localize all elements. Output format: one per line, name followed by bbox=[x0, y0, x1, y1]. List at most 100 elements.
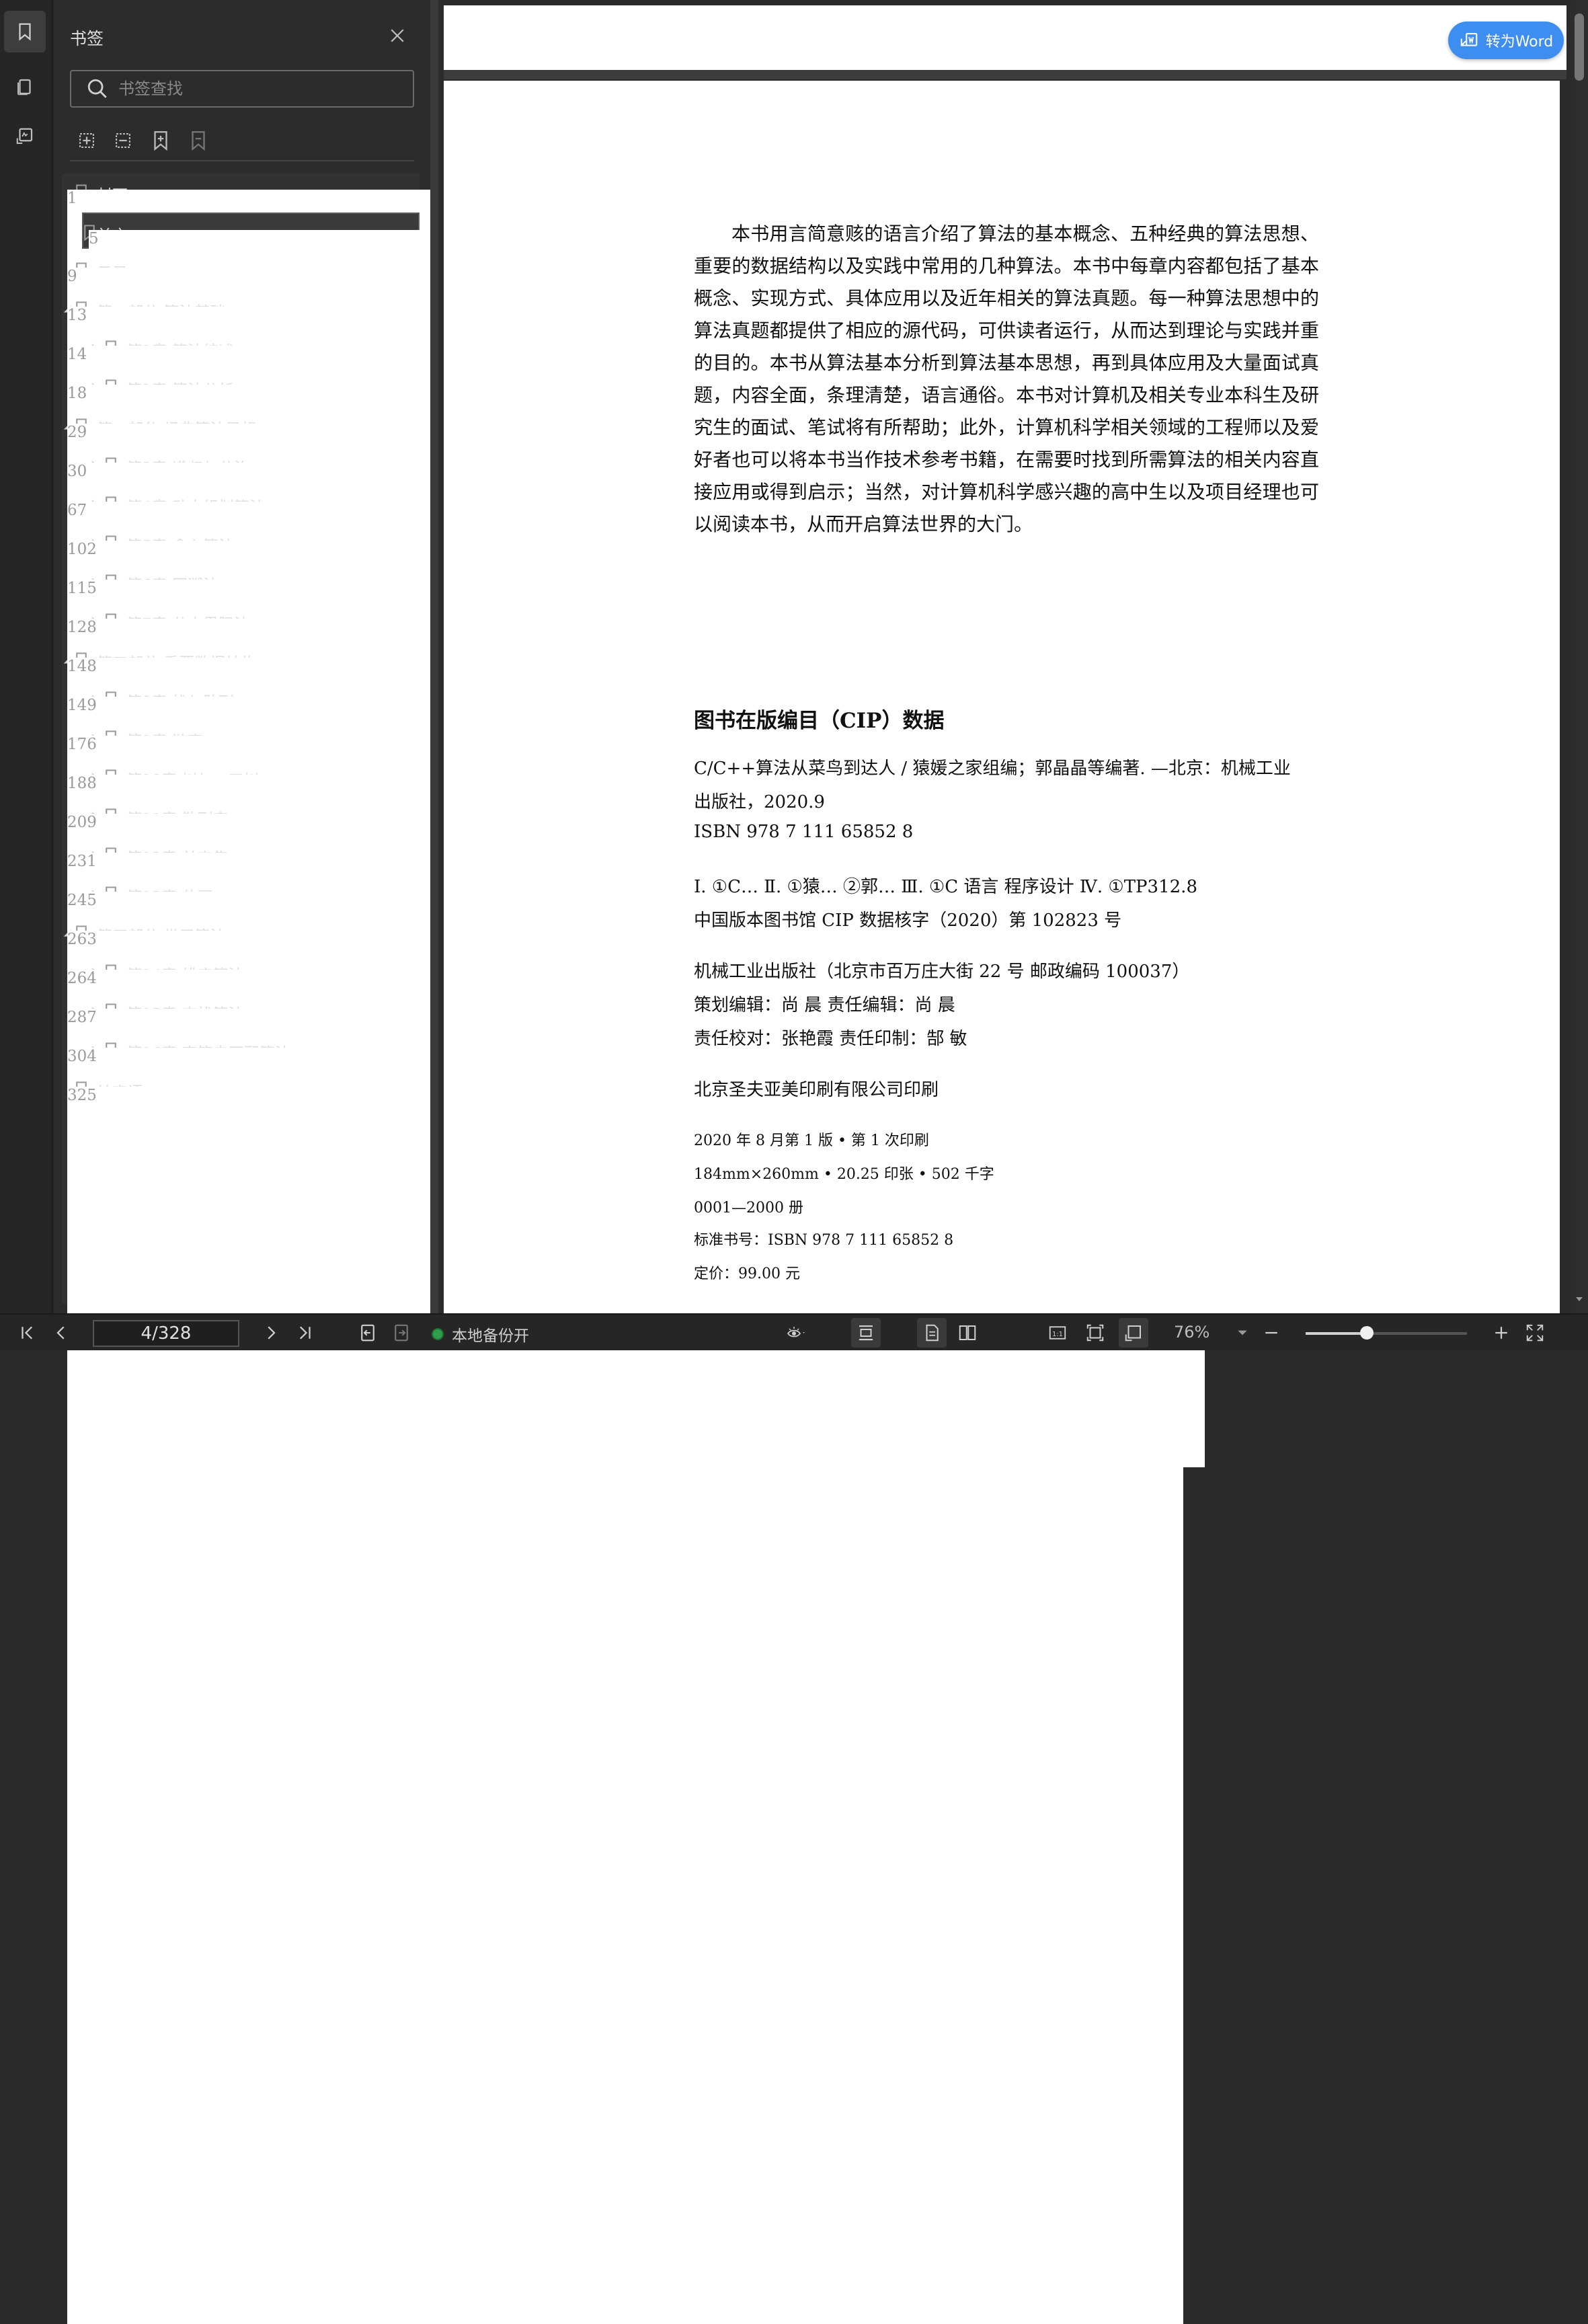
fullscreen-button[interactable] bbox=[1523, 1321, 1546, 1344]
bookmark-item[interactable]: 第7章 分支界限法128 bbox=[62, 603, 1183, 1856]
double-page-icon bbox=[959, 1325, 976, 1340]
cip-line: C/C++算法从菜鸟到达人 / 猿媛之家组编；郭晶晶等编著. —北京：机械工业 bbox=[694, 759, 1291, 779]
cip-line: 184mm×260mm • 20.25 印张 • 502 千字 bbox=[694, 1166, 994, 1183]
bookmark-panel-button[interactable] bbox=[4, 11, 46, 52]
local-backup-status[interactable]: 本地备份开 bbox=[432, 1323, 529, 1346]
zoom-in-button[interactable] bbox=[1490, 1321, 1513, 1344]
bookmark-item[interactable]: 第16章 字符串匹配算法304 bbox=[62, 1032, 1183, 2285]
next-page-button[interactable] bbox=[260, 1321, 282, 1344]
search-icon bbox=[87, 79, 107, 98]
bookmark-item[interactable]: 第10章 树与二叉树188 bbox=[62, 759, 1183, 2012]
cip-line: 出版社，2020.9 bbox=[694, 792, 825, 812]
panel-title: 书签 bbox=[70, 29, 104, 48]
prev-page-button[interactable] bbox=[50, 1321, 73, 1344]
bookmark-item[interactable]: 结束语325 bbox=[62, 1071, 1183, 2324]
scroll-down-arrow-icon[interactable] bbox=[1575, 1295, 1583, 1303]
bookmark-icon bbox=[19, 23, 31, 41]
bookmark-item[interactable]: 目录9 bbox=[62, 251, 1183, 1505]
bookmark-item[interactable]: 第4章 动态规划算法67 bbox=[62, 486, 1183, 1739]
single-page-icon bbox=[926, 1324, 939, 1342]
zoom-out-button[interactable] bbox=[1260, 1321, 1283, 1344]
back-button[interactable] bbox=[356, 1321, 379, 1344]
expand-all-button[interactable] bbox=[75, 129, 98, 152]
forward-button[interactable] bbox=[390, 1321, 413, 1344]
cip-line: 北京圣夫亚美印刷有限公司印刷 bbox=[694, 1080, 939, 1100]
previous-page bbox=[444, 5, 1566, 70]
panel-splitter[interactable] bbox=[430, 0, 438, 1313]
annotation-icon bbox=[16, 128, 33, 144]
cip-line: Ⅰ. ①C… Ⅱ. ①猿… ②郭… Ⅲ. ①C 语言 程序设计 Ⅳ. ①TP31… bbox=[694, 877, 1197, 897]
cip-line: 定价：99.00 元 bbox=[694, 1266, 800, 1282]
cip-line: 标准书号：ISBN 978 7 111 65852 8 bbox=[694, 1232, 954, 1249]
bookmark-item[interactable]: 第三部分 重要数据结构148 bbox=[62, 642, 1183, 1895]
bookmark-item[interactable]: 前言5 bbox=[82, 212, 1205, 1467]
cip-line: 0001—2000 册 bbox=[694, 1200, 803, 1216]
add-bookmark-icon bbox=[154, 131, 167, 151]
continuous-scroll-button[interactable] bbox=[851, 1318, 881, 1348]
fit-width-icon bbox=[1125, 1325, 1141, 1342]
cip-line: 机械工业出版社（北京市百万庄大街 22 号 邮政编码 100037） bbox=[694, 962, 1190, 982]
bookmark-search-input[interactable] bbox=[117, 79, 389, 99]
svg-text:1:1: 1:1 bbox=[1052, 1331, 1063, 1338]
add-bookmark-button[interactable] bbox=[149, 129, 172, 152]
double-page-button[interactable] bbox=[956, 1321, 979, 1344]
remove-bookmark-button[interactable] bbox=[187, 129, 210, 152]
chevron-right-icon bbox=[268, 1326, 276, 1340]
bookmark-item[interactable]: 第15章 查找算法287 bbox=[62, 993, 1183, 2246]
thumbnail-panel-button[interactable] bbox=[4, 66, 46, 108]
forward-icon bbox=[395, 1324, 408, 1342]
current-page: 本书用言简意赅的语言介绍了算法的基本概念、五种经典的算法思想、重要的数据结构以及… bbox=[444, 81, 1560, 1313]
fit-width-button[interactable] bbox=[1119, 1318, 1148, 1348]
single-page-button[interactable] bbox=[917, 1318, 947, 1348]
bookmark-item[interactable]: 第8章 栈与队列149 bbox=[62, 681, 1183, 1934]
actual-size-icon: 1:1 bbox=[1049, 1326, 1066, 1340]
zoom-slider[interactable] bbox=[1306, 1326, 1467, 1340]
collapse-all-icon bbox=[116, 133, 130, 148]
bookmark-item[interactable]: 第二部分 经典算法思想29 bbox=[62, 408, 1183, 1661]
bookmark-item[interactable]: 第一部分 算法基础13 bbox=[62, 290, 1183, 1544]
first-page-icon bbox=[22, 1326, 33, 1340]
bookmark-item[interactable]: 第14章 排序算法264 bbox=[62, 954, 1183, 2207]
eye-protection-button[interactable] bbox=[780, 1321, 813, 1344]
close-icon[interactable] bbox=[387, 26, 407, 46]
bookmark-panel: 书签 封面1前言5目录9第一部分 算法基础13第1章 算法综述14第2章 算法分… bbox=[54, 0, 1205, 2324]
zoom-slider-knob[interactable] bbox=[1360, 1326, 1374, 1340]
bookmark-search-box[interactable] bbox=[70, 70, 414, 108]
cip-line: ISBN 978 7 111 65852 8 bbox=[694, 822, 914, 842]
bookmark-item[interactable]: 第6章 回溯法115 bbox=[62, 564, 1183, 1817]
bookmark-item[interactable]: 第11章 散列表209 bbox=[62, 798, 1183, 2051]
continuous-scroll-icon bbox=[859, 1325, 873, 1341]
eye-icon bbox=[787, 1327, 805, 1338]
bookmark-item[interactable]: 第1章 算法综述14 bbox=[62, 330, 1183, 1583]
bookmark-item[interactable]: 第四部分 常用算法263 bbox=[62, 915, 1183, 2168]
convert-to-word-button[interactable]: 转为Word bbox=[1448, 22, 1564, 59]
cip-title: 图书在版编目（CIP）数据 bbox=[694, 709, 945, 733]
backup-status-dot bbox=[432, 1328, 444, 1340]
collapse-all-button[interactable] bbox=[112, 129, 134, 152]
page-number-input[interactable]: 4/328 bbox=[93, 1320, 239, 1347]
document-viewport[interactable]: 转为Word 本书用言简意赅的语言介绍了算法的基本概念、五种经典的算法思想、重要… bbox=[438, 0, 1571, 1313]
bookmark-item[interactable]: 第2章 算法分析18 bbox=[62, 369, 1183, 1622]
convert-to-word-label: 转为Word bbox=[1485, 34, 1554, 50]
cip-line: 2020 年 8 月第 1 版 • 第 1 次印刷 bbox=[694, 1132, 929, 1149]
fit-page-icon bbox=[1086, 1324, 1104, 1342]
first-page-button[interactable] bbox=[16, 1321, 39, 1344]
scrollbar-thumb[interactable] bbox=[1575, 13, 1584, 81]
bookmark-item[interactable]: 第12章 并查集231 bbox=[62, 837, 1183, 2090]
bookmark-item[interactable]: 第9章 链表176 bbox=[62, 720, 1183, 1973]
remove-bookmark-icon bbox=[192, 131, 205, 151]
bookmark-tree: 封面1前言5目录9第一部分 算法基础13第1章 算法综述14第2章 算法分析18… bbox=[62, 173, 1205, 2324]
bookmark-item[interactable]: 第13章 位图245 bbox=[62, 876, 1183, 2129]
bookmark-item[interactable]: 第3章 递归与分治30 bbox=[62, 447, 1183, 1700]
vertical-scrollbar[interactable] bbox=[1571, 0, 1588, 1313]
actual-size-button[interactable]: 1:1 bbox=[1046, 1321, 1069, 1344]
left-icon-rail bbox=[0, 0, 53, 1313]
cip-line: 责任校对：张艳霞 责任印制：郜 敏 bbox=[694, 1029, 967, 1049]
bookmark-item[interactable]: 第5章 贪心算法102 bbox=[62, 525, 1183, 1778]
annotation-panel-button[interactable] bbox=[4, 116, 46, 157]
bookmark-item[interactable]: 封面1 bbox=[62, 173, 1183, 1427]
fit-page-button[interactable] bbox=[1084, 1321, 1107, 1344]
zoom-level[interactable]: 76% bbox=[1174, 1323, 1209, 1342]
zoom-dropdown-button[interactable] bbox=[1236, 1321, 1249, 1344]
last-page-button[interactable] bbox=[293, 1321, 316, 1344]
